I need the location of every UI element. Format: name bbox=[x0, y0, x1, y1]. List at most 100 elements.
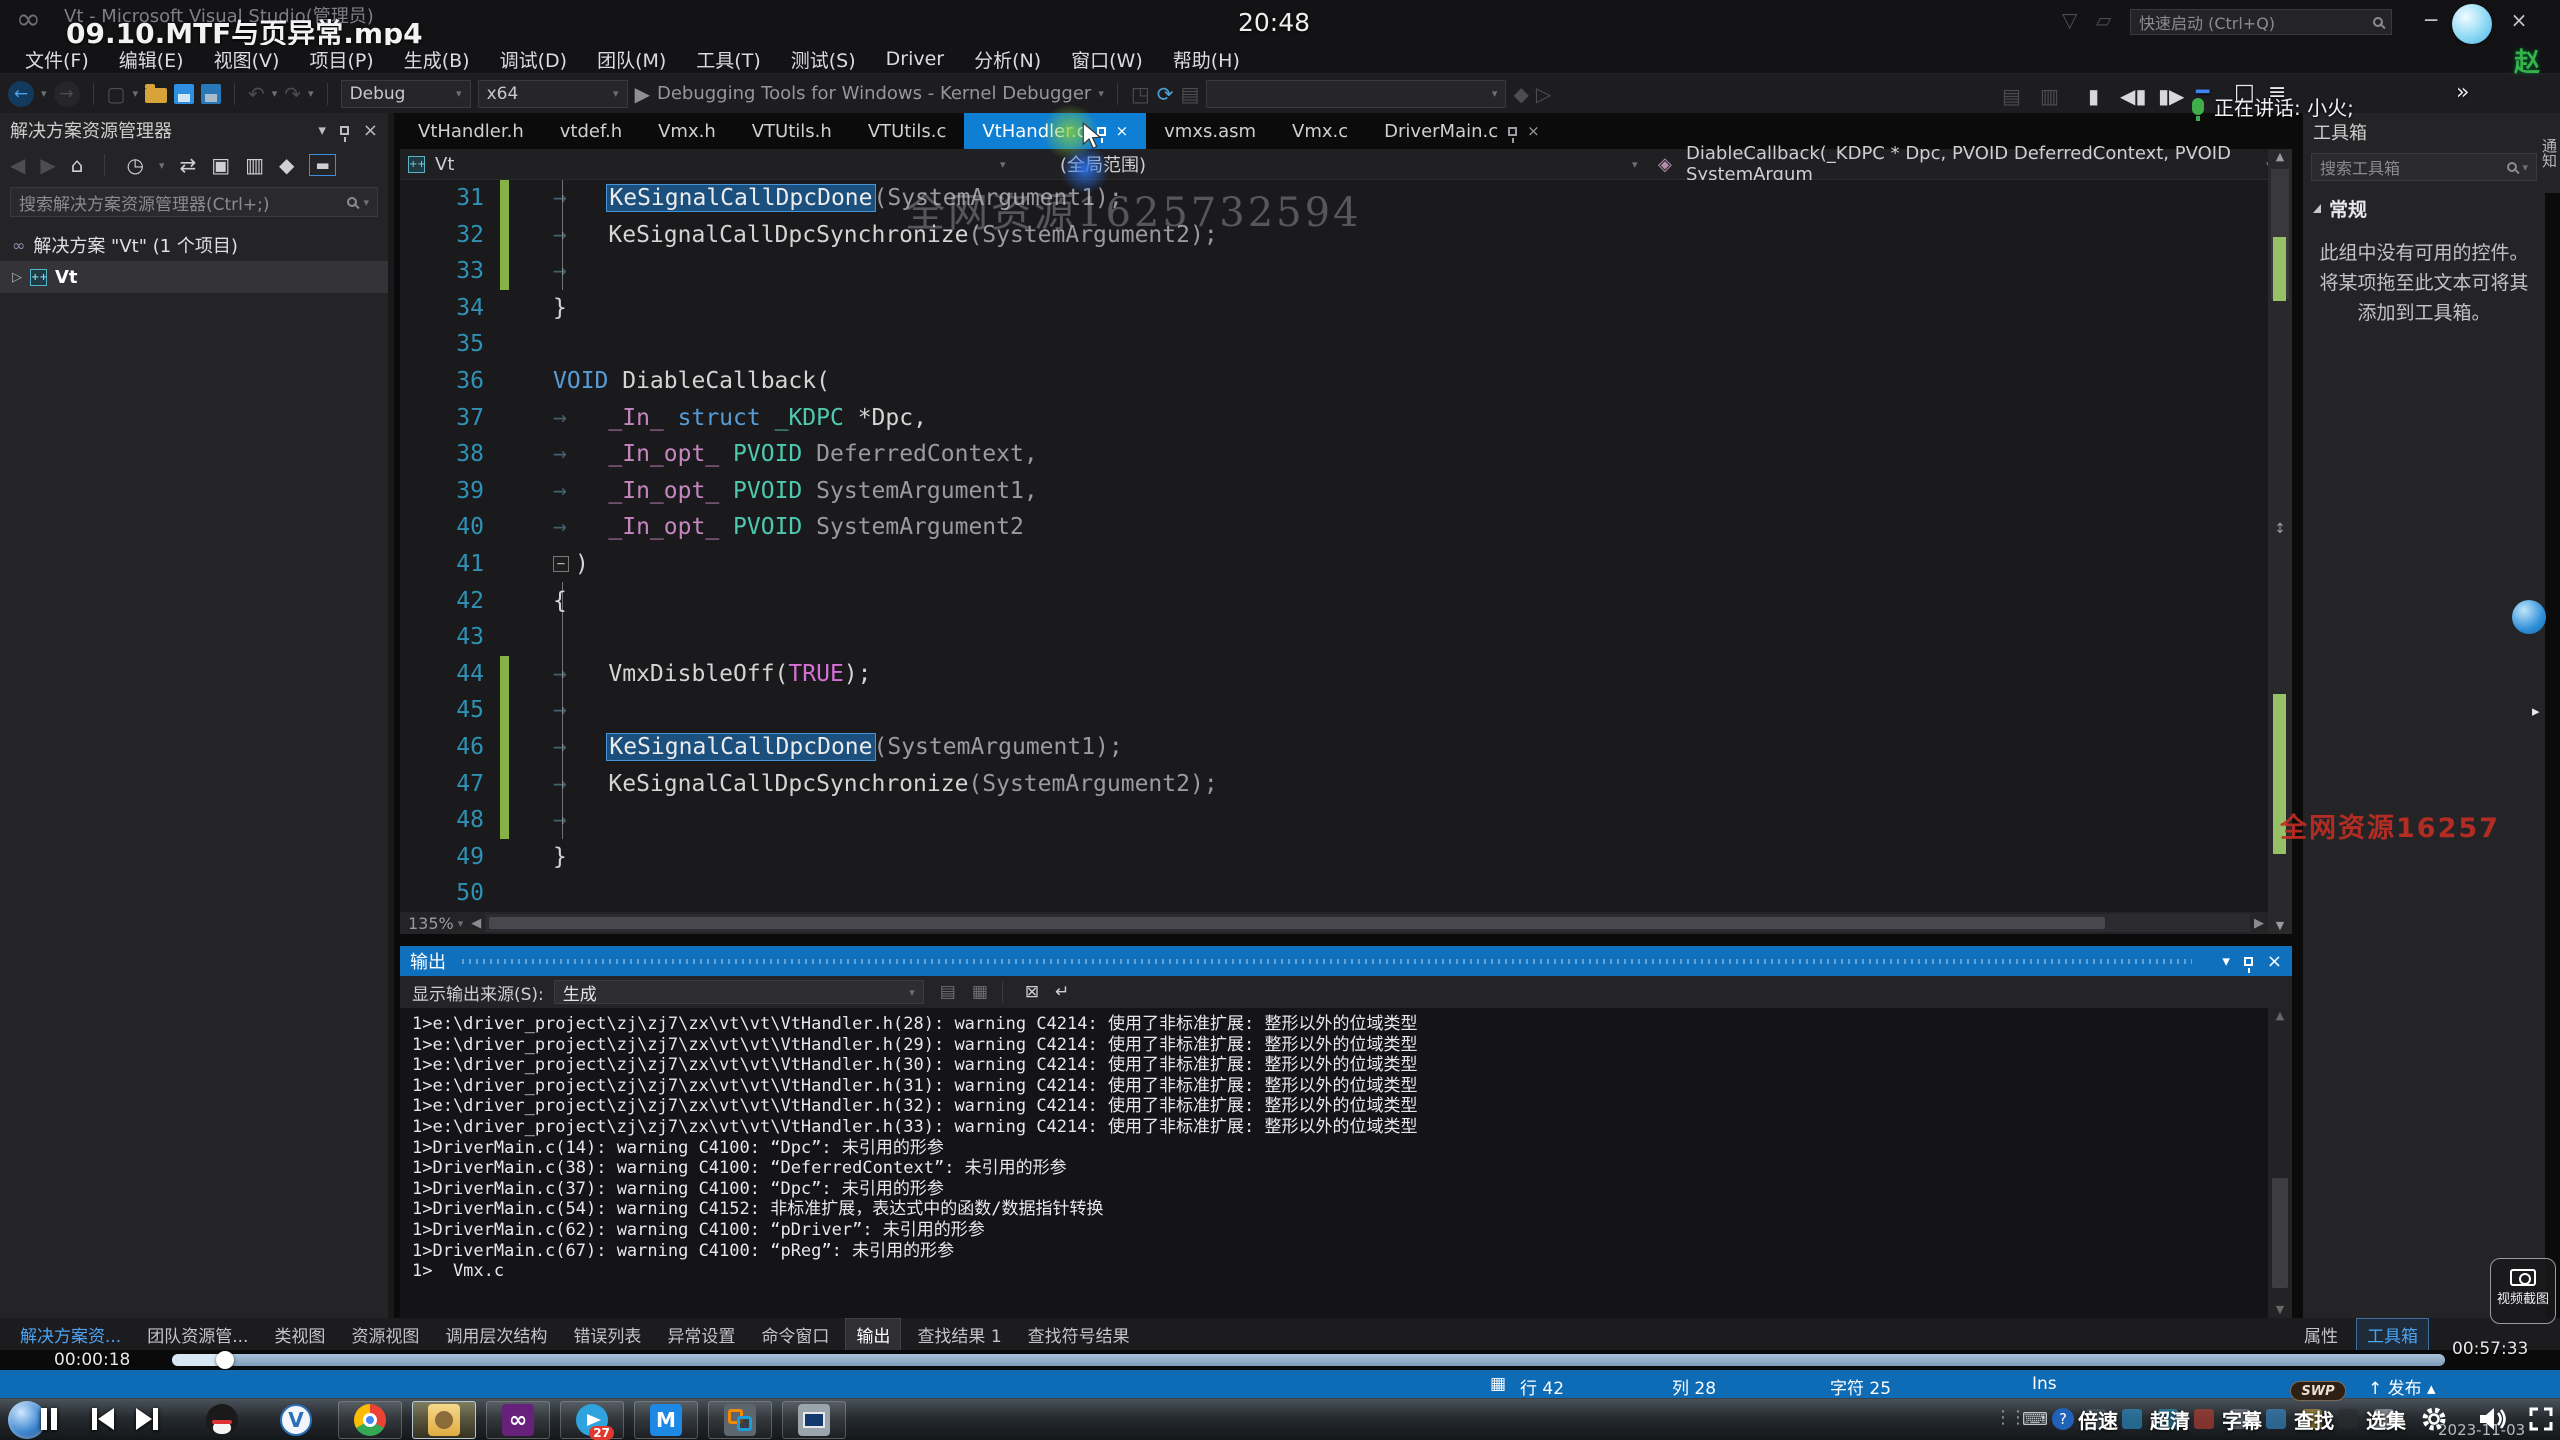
save-icon[interactable] bbox=[174, 84, 194, 104]
code-line[interactable]: 37→ _In_ struct _KDPC *Dpc, bbox=[400, 400, 2268, 437]
video-next-button[interactable] bbox=[134, 1406, 160, 1432]
menu-item-项目P[interactable]: 项目(P) bbox=[294, 44, 388, 75]
tab-Vmx.c[interactable]: Vmx.c bbox=[1274, 113, 1366, 149]
platform-select[interactable]: x64▾ bbox=[478, 80, 628, 108]
navigate-forward-button[interactable]: → bbox=[54, 81, 80, 107]
video-progress-bar[interactable] bbox=[172, 1354, 2445, 1366]
save-all-icon[interactable] bbox=[201, 84, 221, 104]
notifications-tab[interactable]: 通知 bbox=[2545, 113, 2560, 193]
tab-VtHandler.h[interactable]: VtHandler.h bbox=[400, 113, 542, 149]
panel-tab-解决方案资...[interactable]: 解决方案资... bbox=[10, 1319, 131, 1350]
video-overlay-超清[interactable]: 超清 bbox=[2150, 1405, 2190, 1434]
code-line[interactable]: 42{ bbox=[400, 583, 2268, 620]
configuration-select[interactable]: Debug▾ bbox=[341, 80, 471, 108]
menu-item-工具T[interactable]: 工具(T) bbox=[681, 44, 775, 75]
open-folder-icon[interactable] bbox=[145, 88, 167, 103]
close-button[interactable]: × bbox=[2502, 8, 2536, 32]
home-icon[interactable]: ⌂ bbox=[71, 153, 84, 177]
scroll-right-icon[interactable]: ▶ bbox=[2254, 916, 2264, 931]
quick-launch-input[interactable]: 快速启动 (Ctrl+Q) bbox=[2130, 9, 2392, 35]
menu-item-分析N[interactable]: 分析(N) bbox=[959, 44, 1056, 75]
code-line[interactable]: 43 bbox=[400, 619, 2268, 656]
pin-icon[interactable] bbox=[340, 121, 349, 139]
code-line[interactable]: 41−) bbox=[400, 546, 2268, 583]
code-line[interactable]: 39→ _In_opt_ PVOID SystemArgument1, bbox=[400, 473, 2268, 510]
code-line[interactable]: 46→ KeSignalCallDpcDone(SystemArgument1)… bbox=[400, 729, 2268, 766]
redo-icon[interactable]: ↷ bbox=[284, 82, 301, 106]
horizontal-scrollbar[interactable] bbox=[485, 914, 2250, 932]
toolbox-search-input[interactable]: 搜索工具箱 ▾ bbox=[2311, 153, 2537, 181]
video-progress-knob[interactable] bbox=[216, 1351, 234, 1369]
feedback-icon[interactable]: ▱ bbox=[2096, 8, 2111, 32]
zoom-level[interactable]: 135% bbox=[408, 914, 454, 933]
taskbar-telegram[interactable]: 27 bbox=[560, 1401, 624, 1439]
code-line[interactable]: 47→ KeSignalCallDpcSynchronize(SystemArg… bbox=[400, 766, 2268, 803]
taskbar-v-app[interactable]: V bbox=[264, 1401, 328, 1439]
taskbar-chrome[interactable] bbox=[338, 1401, 402, 1439]
panel-tab-查找符号结果[interactable]: 查找符号结果 bbox=[1018, 1319, 1140, 1350]
goto-message-icon[interactable]: ▦ bbox=[972, 982, 988, 1002]
video-overlay-字幕[interactable]: 字幕 bbox=[2222, 1405, 2262, 1434]
start-debug-icon[interactable]: ▶ bbox=[635, 82, 650, 106]
telegram-tray-icon[interactable] bbox=[2122, 1409, 2142, 1429]
taskbar-vmware[interactable] bbox=[708, 1401, 772, 1439]
tab-vmxs.asm[interactable]: vmxs.asm bbox=[1146, 113, 1274, 149]
menu-item-窗口W[interactable]: 窗口(W) bbox=[1056, 44, 1158, 75]
bookmark-icon[interactable]: ▮ bbox=[2088, 84, 2099, 108]
taskbar-qq[interactable] bbox=[190, 1401, 254, 1439]
tree-item-solution[interactable]: ∞ 解决方案 "Vt" (1 个项目) bbox=[0, 229, 388, 261]
menu-item-团队M[interactable]: 团队(M) bbox=[582, 44, 681, 75]
tab-properties[interactable]: 属性 bbox=[2294, 1319, 2348, 1350]
video-overlay-选集[interactable]: 选集 bbox=[2366, 1405, 2406, 1434]
code-line[interactable]: 35 bbox=[400, 326, 2268, 363]
floating-assistant-icon[interactable] bbox=[2512, 600, 2546, 634]
scroll-down-icon[interactable]: ▼ bbox=[2268, 919, 2292, 932]
scroll-left-icon[interactable]: ◀ bbox=[471, 916, 481, 931]
drag-handle[interactable] bbox=[462, 959, 2192, 964]
taskbar-visual-studio[interactable]: ∞ bbox=[486, 1401, 550, 1439]
tab-Vmx.h[interactable]: Vmx.h bbox=[640, 113, 734, 149]
chevron-right-icon[interactable]: ▷ bbox=[12, 270, 22, 285]
output-scrollbar[interactable]: ▲ ▼ bbox=[2268, 1008, 2292, 1318]
code-line[interactable]: 40→ _In_opt_ PVOID SystemArgument2 bbox=[400, 509, 2268, 546]
scroll-up-icon[interactable]: ▲ bbox=[2268, 149, 2292, 165]
output-header[interactable]: 输出 ▾ × bbox=[400, 946, 2292, 976]
code-editor[interactable]: 31→ KeSignalCallDpcDone(SystemArgument1)… bbox=[400, 180, 2268, 912]
code-line[interactable]: 48→ bbox=[400, 802, 2268, 839]
tab-VTUtils.h[interactable]: VTUtils.h bbox=[734, 113, 850, 149]
undo-icon[interactable]: ↶ bbox=[248, 82, 265, 106]
output-content[interactable]: 1>e:\driver_project\zj\zj7\zx\vt\vt\VtHa… bbox=[400, 1008, 2292, 1282]
back-icon[interactable]: ◀ bbox=[10, 153, 25, 177]
close-icon[interactable]: × bbox=[1527, 122, 1540, 140]
pin-icon[interactable] bbox=[1508, 122, 1517, 140]
code-line[interactable]: 36VOID DiableCallback( bbox=[400, 363, 2268, 400]
taskbar-m-app[interactable]: M bbox=[634, 1401, 698, 1439]
navigate-back-button[interactable]: ← bbox=[8, 81, 34, 107]
panel-tab-输出[interactable]: 输出 bbox=[845, 1318, 901, 1351]
panel-tab-资源视图[interactable]: 资源视图 bbox=[341, 1319, 429, 1350]
video-pause-button[interactable] bbox=[38, 1406, 60, 1432]
code-line[interactable]: 38→ _In_opt_ PVOID DeferredContext, bbox=[400, 436, 2268, 473]
menu-item-Driver[interactable]: Driver bbox=[871, 46, 959, 72]
video-overlay-查找[interactable]: 查找 bbox=[2294, 1405, 2334, 1434]
volume-icon[interactable] bbox=[2478, 1405, 2508, 1433]
code-line[interactable]: 45→ bbox=[400, 692, 2268, 729]
forward-icon[interactable]: ▶ bbox=[40, 153, 55, 177]
new-project-icon[interactable]: ▢ bbox=[107, 82, 126, 106]
list-icon[interactable]: ▤ bbox=[1181, 82, 1200, 106]
preview-selected-icon[interactable]: ▬ bbox=[309, 154, 335, 176]
gamepad-tray-icon[interactable] bbox=[2266, 1409, 2286, 1429]
panel-tab-调用层次结构[interactable]: 调用层次结构 bbox=[435, 1319, 557, 1350]
code-line[interactable]: 44→ VmxDisbleOff(TRUE); bbox=[400, 656, 2268, 693]
solution-search-input[interactable]: 搜索解决方案资源管理器(Ctrl+;) ▾ bbox=[10, 187, 378, 217]
navbar-project[interactable]: Vt bbox=[435, 154, 454, 175]
tab-toolbox[interactable]: 工具箱 bbox=[2356, 1318, 2429, 1351]
navbar-member[interactable]: DiableCallback(_KDPC * Dpc, PVOID Deferr… bbox=[1686, 143, 2292, 185]
tab-DriverMain.c[interactable]: DriverMain.c× bbox=[1366, 113, 1558, 149]
panel-tab-团队资源管...[interactable]: 团队资源管... bbox=[137, 1319, 258, 1350]
menu-item-测试S[interactable]: 测试(S) bbox=[776, 44, 871, 75]
copy-icon[interactable]: ▥ bbox=[245, 153, 264, 177]
pending-changes-icon[interactable]: ◷ bbox=[126, 153, 143, 177]
pin-icon[interactable] bbox=[2244, 952, 2253, 970]
video-settings-gear-icon[interactable] bbox=[2420, 1405, 2448, 1433]
